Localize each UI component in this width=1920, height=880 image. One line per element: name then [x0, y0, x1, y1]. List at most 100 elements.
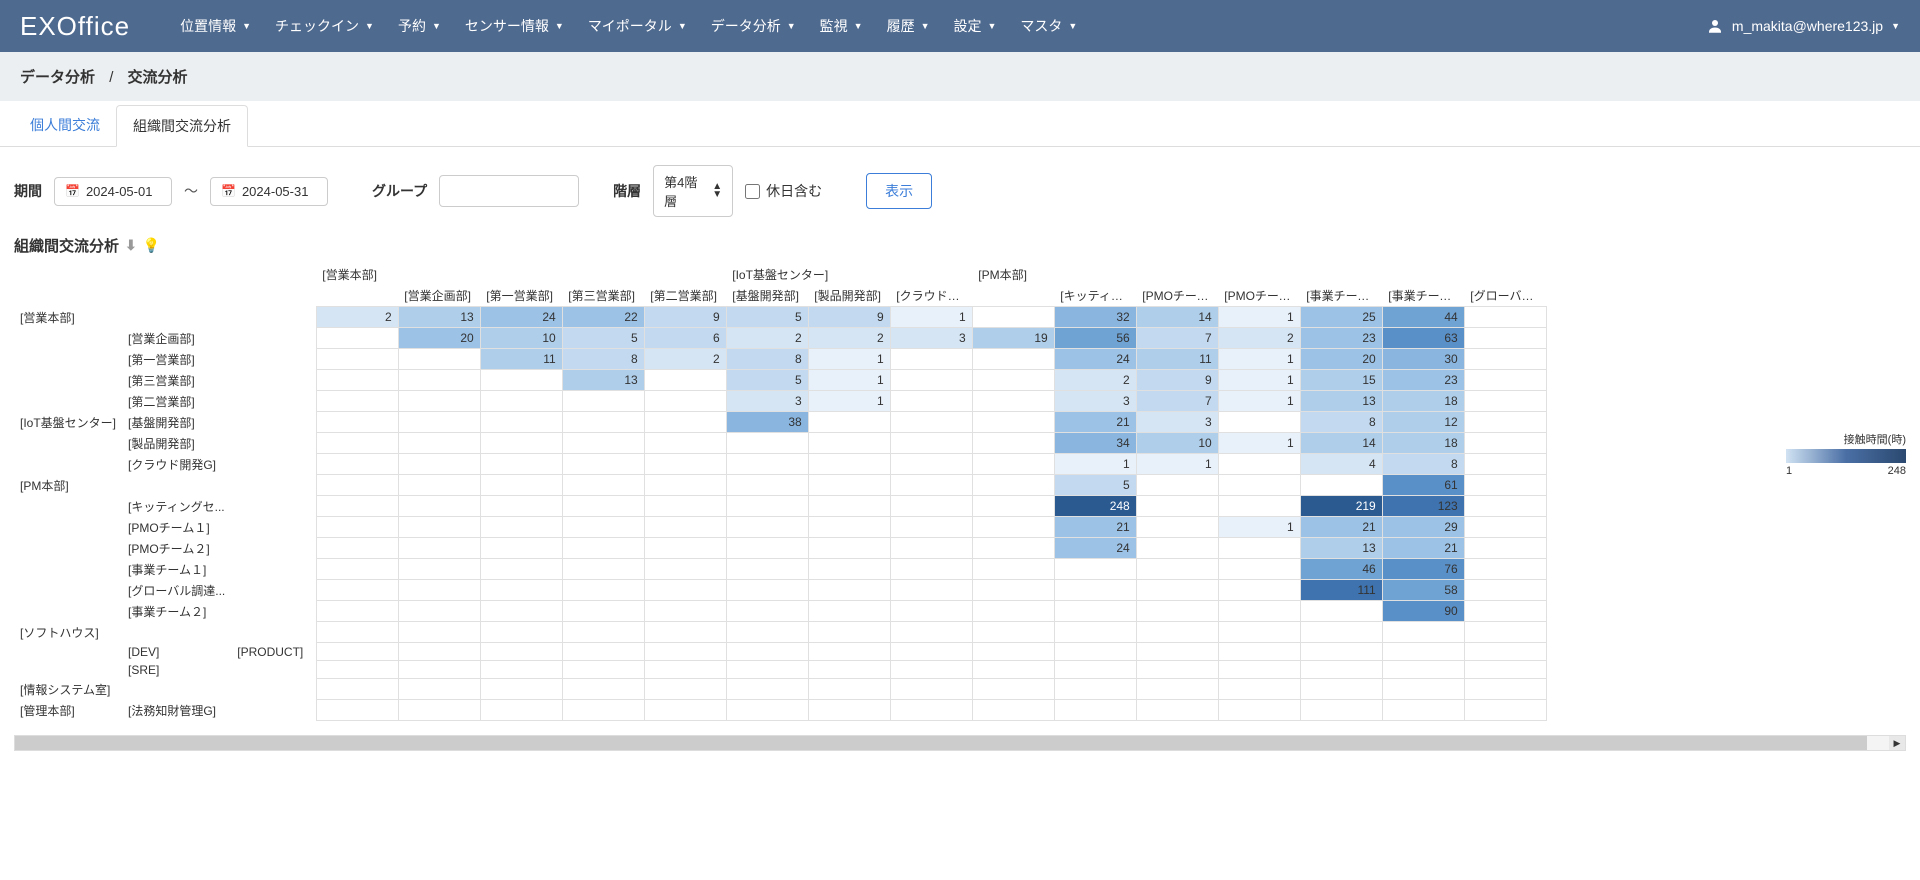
heat-cell[interactable]: 2 — [1218, 328, 1300, 349]
heat-cell[interactable] — [1218, 580, 1300, 601]
heat-cell[interactable]: 14 — [1300, 433, 1382, 454]
heat-cell[interactable]: 2 — [1054, 370, 1136, 391]
heat-cell[interactable] — [1136, 643, 1218, 661]
heat-cell[interactable] — [1464, 433, 1546, 454]
heat-cell[interactable] — [1054, 643, 1136, 661]
heat-cell[interactable] — [890, 643, 972, 661]
heat-cell[interactable] — [890, 517, 972, 538]
heat-cell[interactable]: 9 — [644, 307, 726, 328]
heat-cell[interactable] — [1464, 601, 1546, 622]
heat-cell[interactable] — [562, 622, 644, 643]
heat-cell[interactable]: 1 — [1136, 454, 1218, 475]
heat-cell[interactable] — [398, 700, 480, 721]
heat-cell[interactable] — [1300, 661, 1382, 679]
heat-cell[interactable] — [972, 454, 1054, 475]
heat-cell[interactable]: 25 — [1300, 307, 1382, 328]
heat-cell[interactable] — [480, 454, 562, 475]
heat-cell[interactable] — [1218, 601, 1300, 622]
heat-cell[interactable] — [808, 517, 890, 538]
heat-cell[interactable]: 5 — [726, 370, 808, 391]
heat-cell[interactable] — [644, 391, 726, 412]
heat-cell[interactable] — [1464, 700, 1546, 721]
heat-cell[interactable] — [808, 496, 890, 517]
heat-cell[interactable]: 1 — [1218, 370, 1300, 391]
heat-cell[interactable]: 5 — [726, 307, 808, 328]
heat-cell[interactable] — [808, 580, 890, 601]
horizontal-scrollbar[interactable]: ◀ ▶ — [14, 735, 1906, 751]
heat-cell[interactable] — [562, 700, 644, 721]
heat-cell[interactable] — [480, 559, 562, 580]
heat-cell[interactable] — [1464, 412, 1546, 433]
heat-cell[interactable]: 10 — [480, 328, 562, 349]
heat-cell[interactable]: 3 — [1054, 391, 1136, 412]
heat-cell[interactable]: 24 — [1054, 349, 1136, 370]
heat-cell[interactable]: 9 — [808, 307, 890, 328]
date-to-input[interactable]: 📅 2024-05-31 — [210, 177, 328, 206]
nav-item[interactable]: データ分析▼ — [701, 8, 806, 44]
heat-cell[interactable] — [890, 679, 972, 700]
heat-cell[interactable] — [1464, 517, 1546, 538]
heat-cell[interactable] — [1218, 559, 1300, 580]
heat-cell[interactable] — [890, 412, 972, 433]
heat-cell[interactable] — [1136, 601, 1218, 622]
heat-cell[interactable] — [972, 412, 1054, 433]
heat-cell[interactable]: 20 — [398, 328, 480, 349]
heat-cell[interactable] — [972, 517, 1054, 538]
heat-cell[interactable]: 3 — [1136, 412, 1218, 433]
heat-cell[interactable]: 18 — [1382, 391, 1464, 412]
heat-cell[interactable] — [1054, 601, 1136, 622]
heat-cell[interactable]: 38 — [726, 412, 808, 433]
heat-cell[interactable] — [1218, 454, 1300, 475]
heat-cell[interactable] — [1382, 661, 1464, 679]
heat-cell[interactable] — [316, 454, 398, 475]
heat-cell[interactable] — [1464, 622, 1546, 643]
heat-cell[interactable]: 219 — [1300, 496, 1382, 517]
heat-cell[interactable] — [972, 559, 1054, 580]
heat-cell[interactable] — [562, 643, 644, 661]
heat-cell[interactable] — [890, 661, 972, 679]
heat-cell[interactable] — [480, 661, 562, 679]
heat-cell[interactable] — [890, 370, 972, 391]
heat-cell[interactable]: 34 — [1054, 433, 1136, 454]
heat-cell[interactable] — [562, 496, 644, 517]
heat-cell[interactable] — [1218, 496, 1300, 517]
nav-item[interactable]: センサー情報▼ — [455, 8, 574, 44]
heat-cell[interactable] — [890, 700, 972, 721]
heat-cell[interactable] — [398, 559, 480, 580]
heat-cell[interactable]: 13 — [1300, 391, 1382, 412]
nav-item[interactable]: 履歴▼ — [877, 8, 940, 44]
heat-cell[interactable] — [480, 391, 562, 412]
heat-cell[interactable] — [316, 496, 398, 517]
heat-cell[interactable]: 2 — [808, 328, 890, 349]
heat-cell[interactable]: 8 — [1382, 454, 1464, 475]
tab-personal[interactable]: 個人間交流 — [14, 105, 116, 146]
heat-cell[interactable] — [972, 700, 1054, 721]
heat-cell[interactable]: 8 — [1300, 412, 1382, 433]
heat-cell[interactable] — [726, 538, 808, 559]
heat-cell[interactable] — [644, 370, 726, 391]
heat-cell[interactable] — [316, 475, 398, 496]
heat-cell[interactable] — [972, 307, 1054, 328]
heat-cell[interactable]: 18 — [1382, 433, 1464, 454]
heat-cell[interactable] — [1464, 496, 1546, 517]
heat-cell[interactable] — [562, 559, 644, 580]
heat-cell[interactable]: 58 — [1382, 580, 1464, 601]
heat-cell[interactable] — [1136, 580, 1218, 601]
level-select[interactable]: 第4階層 ▲▼ — [653, 165, 733, 217]
tab-organization[interactable]: 組織間交流分析 — [116, 105, 248, 147]
heat-cell[interactable] — [316, 559, 398, 580]
heat-cell[interactable]: 2 — [644, 349, 726, 370]
heat-cell[interactable] — [480, 679, 562, 700]
heat-cell[interactable]: 7 — [1136, 328, 1218, 349]
heat-cell[interactable] — [562, 580, 644, 601]
heat-cell[interactable] — [972, 433, 1054, 454]
nav-item[interactable]: チェックイン▼ — [265, 8, 384, 44]
heat-cell[interactable] — [316, 700, 398, 721]
heat-cell[interactable]: 20 — [1300, 349, 1382, 370]
heat-cell[interactable] — [398, 601, 480, 622]
heat-cell[interactable] — [398, 370, 480, 391]
heat-cell[interactable] — [1054, 622, 1136, 643]
heat-cell[interactable] — [644, 700, 726, 721]
heat-cell[interactable] — [480, 412, 562, 433]
heat-cell[interactable] — [1300, 679, 1382, 700]
